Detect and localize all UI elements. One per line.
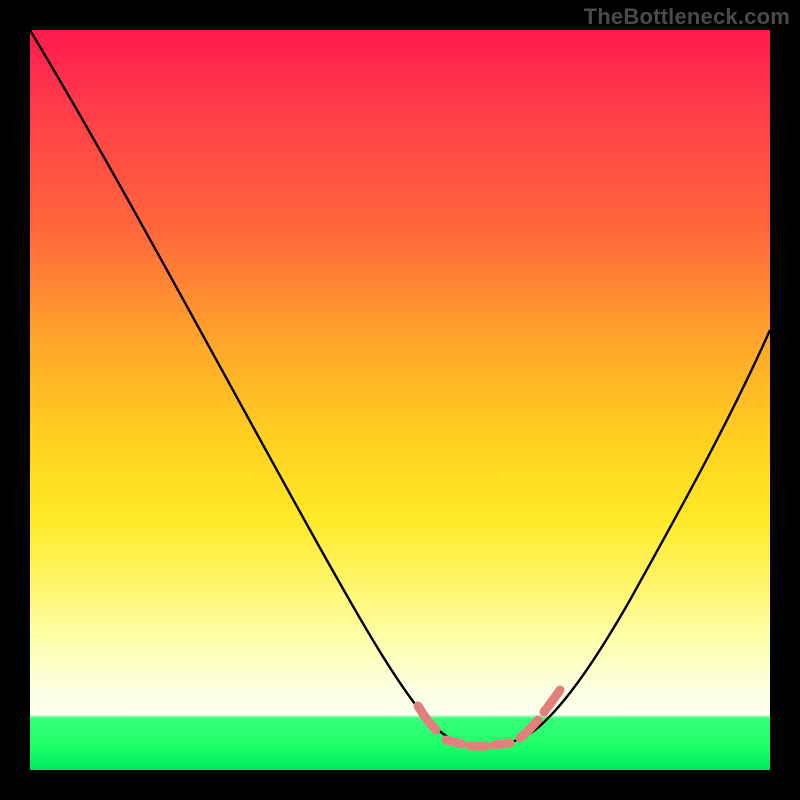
curve-svg: [30, 30, 770, 770]
highlight-seg-bottom-3: [494, 743, 510, 745]
highlight-seg-left: [418, 706, 436, 730]
bottleneck-curve: [30, 30, 770, 746]
highlight-seg-bottom-1: [446, 740, 462, 744]
watermark-text: TheBottleneck.com: [584, 4, 790, 30]
chart-frame: TheBottleneck.com: [0, 0, 800, 800]
highlight-seg-right-1: [520, 720, 538, 738]
plot-area: [30, 30, 770, 770]
